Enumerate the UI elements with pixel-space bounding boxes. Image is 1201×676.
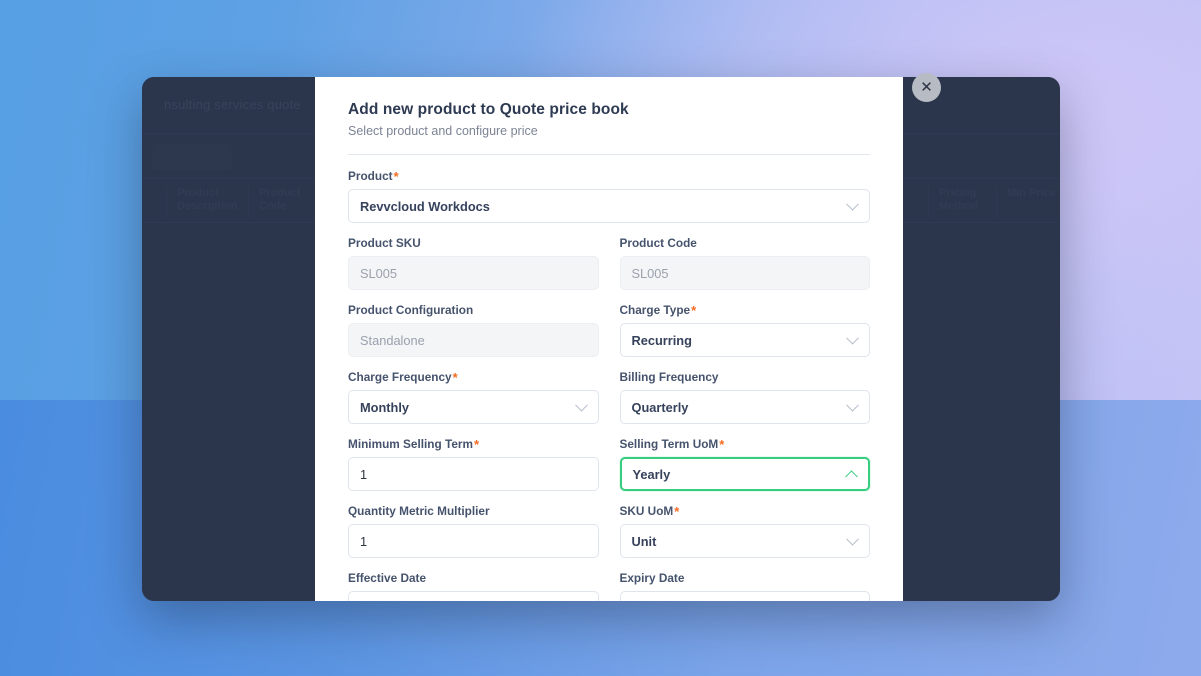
product-form: Product* Revvcloud Workdocs Product SKU … <box>348 155 870 601</box>
expiry-date-value: 09/04/2022 <box>632 601 696 602</box>
label-sku-uom: SKU UoM* <box>619 504 680 519</box>
label-billing-frequency: Billing Frequency <box>619 370 719 384</box>
minimum-selling-term-input[interactable]: 1 <box>348 457 599 491</box>
form-row: Quantity Metric Multiplier 1 SKU UoM* Un… <box>348 504 870 558</box>
field-effective-date: Effective Date 09/04/2021 <box>348 571 599 601</box>
required-asterisk: * <box>473 437 480 452</box>
field-expiry-date: Expiry Date 09/04/2022 <box>619 571 870 602</box>
required-asterisk: * <box>691 303 697 318</box>
close-icon[interactable]: ✕ <box>912 73 941 102</box>
toolbar-chip <box>152 144 232 170</box>
field-product-configuration: Product Configuration Standalone <box>348 303 599 357</box>
billing-frequency-value: Quarterly <box>631 399 689 415</box>
app-window-title: nsulting services quote <box>164 97 301 112</box>
label-product-sku: Product SKU <box>348 236 421 250</box>
label-charge-frequency: Charge Frequency* <box>348 370 458 385</box>
product-code-input: SL005 <box>619 256 870 290</box>
chevron-down-icon <box>574 398 588 412</box>
field-minimum-selling-term: Minimum Selling Term* 1 <box>348 437 599 491</box>
selling-term-uom-select[interactable]: Yearly <box>619 457 870 491</box>
field-charge-type: Charge Type* Recurring <box>619 303 870 357</box>
form-row: Minimum Selling Term* 1 Selling Term UoM… <box>348 437 870 491</box>
form-row: Product SKU SL005 Product Code SL005 <box>348 236 870 290</box>
label-product-configuration: Product Configuration <box>348 303 474 317</box>
effective-date-value: 09/04/2021 <box>360 601 424 602</box>
label-product: Product* <box>348 169 399 184</box>
expiry-date-input[interactable]: 09/04/2022 <box>619 591 870 602</box>
modal-subtitle: Select product and configure price <box>348 124 538 138</box>
required-asterisk: * <box>452 370 458 385</box>
field-quantity-metric-multiplier: Quantity Metric Multiplier 1 <box>348 504 599 558</box>
sku-uom-value: Unit <box>631 533 657 549</box>
label-minimum-selling-term: Minimum Selling Term* <box>348 437 480 452</box>
required-asterisk: * <box>393 169 399 184</box>
field-product-code: Product Code SL005 <box>619 236 870 290</box>
billing-frequency-select[interactable]: Quarterly <box>619 390 870 424</box>
modal-title: Add new product to Quote price book <box>348 101 629 118</box>
form-row: Product* Revvcloud Workdocs <box>348 169 870 223</box>
sku-uom-select[interactable]: Unit <box>619 524 870 558</box>
label-quantity-metric-multiplier: Quantity Metric Multiplier <box>348 504 490 518</box>
field-product: Product* Revvcloud Workdocs <box>348 169 870 223</box>
field-selling-term-uom: Selling Term UoM* Yearly <box>619 437 870 491</box>
product-code-value: SL005 <box>631 265 669 281</box>
chevron-up-icon <box>845 470 858 484</box>
charge-frequency-select[interactable]: Monthly <box>348 390 599 424</box>
quantity-metric-multiplier-input[interactable]: 1 <box>348 524 599 558</box>
chevron-down-icon <box>846 197 859 211</box>
field-product-sku: Product SKU SL005 <box>348 236 599 290</box>
label-effective-date: Effective Date <box>348 571 427 585</box>
charge-frequency-value: Monthly <box>360 399 410 415</box>
chevron-down-icon <box>846 398 859 412</box>
form-row: Charge Frequency* Monthly Billing Freque… <box>348 370 870 424</box>
field-billing-frequency: Billing Frequency Quarterly <box>619 370 870 424</box>
label-charge-type: Charge Type* <box>619 303 697 318</box>
table-column-header-2[interactable]: Pricing Method <box>928 187 996 217</box>
label-expiry-date: Expiry Date <box>619 571 685 585</box>
minimum-selling-term-value: 1 <box>360 466 368 482</box>
form-row: Product Configuration Standalone Charge … <box>348 303 870 357</box>
product-configuration-value: Standalone <box>360 332 425 348</box>
required-asterisk: * <box>719 437 725 452</box>
product-sku-input: SL005 <box>348 256 599 290</box>
chevron-down-icon <box>846 331 859 345</box>
table-column-header-3[interactable]: Min Price <box>996 187 1060 217</box>
product-sku-value: SL005 <box>360 265 398 281</box>
effective-date-input[interactable]: 09/04/2021 <box>348 591 599 601</box>
product-select-value: Revvcloud Workdocs <box>360 198 490 214</box>
product-configuration-input: Standalone <box>348 323 599 357</box>
label-selling-term-uom: Selling Term UoM* <box>619 437 725 452</box>
selling-term-uom-value: Yearly <box>632 466 671 482</box>
field-charge-frequency: Charge Frequency* Monthly <box>348 370 599 424</box>
table-column-header-0[interactable]: Product Description <box>166 187 248 217</box>
add-product-modal: Add new product to Quote price book Sele… <box>315 77 903 601</box>
field-sku-uom: SKU UoM* Unit <box>619 504 870 558</box>
label-product-code: Product Code <box>619 236 697 250</box>
charge-type-select[interactable]: Recurring <box>619 323 870 357</box>
required-asterisk: * <box>674 504 680 519</box>
quantity-metric-multiplier-value: 1 <box>360 533 368 549</box>
chevron-down-icon <box>846 532 859 546</box>
form-row: Effective Date 09/04/2021 Expiry Date 09… <box>348 571 870 601</box>
product-select[interactable]: Revvcloud Workdocs <box>348 189 870 223</box>
charge-type-value: Recurring <box>631 332 692 348</box>
